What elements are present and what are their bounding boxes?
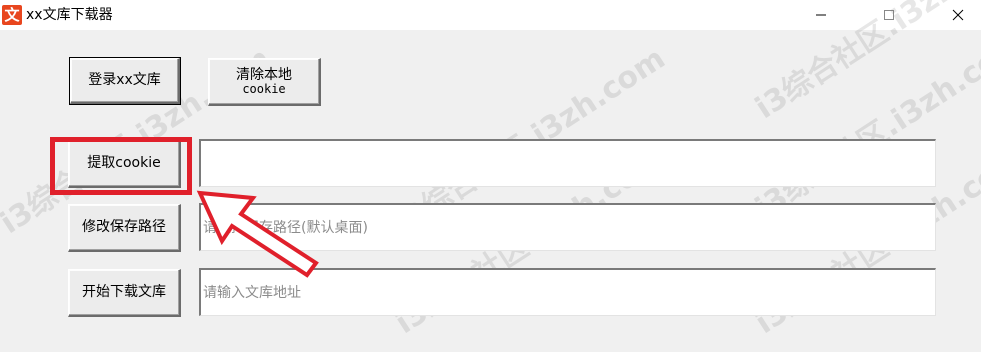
login-button-label: 登录xx文库 bbox=[88, 72, 161, 88]
title-bar[interactable]: 文 xx文库下载器 bbox=[0, 0, 981, 30]
change-save-path-label: 修改保存路径 bbox=[82, 219, 166, 235]
clear-cookie-label-line1: 清除本地 bbox=[236, 66, 292, 83]
maximize-button[interactable] bbox=[866, 0, 912, 30]
clear-cookie-label-line2: cookie bbox=[242, 81, 286, 96]
maximize-icon bbox=[884, 10, 894, 20]
clear-cookie-button[interactable]: 清除本地 cookie bbox=[208, 58, 321, 106]
window-title: xx文库下载器 bbox=[26, 7, 113, 23]
cookie-input[interactable] bbox=[201, 141, 935, 186]
close-button[interactable] bbox=[935, 0, 981, 30]
minimize-icon bbox=[816, 14, 826, 16]
save-path-field[interactable] bbox=[199, 203, 936, 251]
highlight-box bbox=[50, 137, 192, 195]
url-input[interactable] bbox=[201, 270, 935, 315]
save-path-input[interactable] bbox=[201, 205, 935, 250]
url-field[interactable] bbox=[199, 268, 936, 316]
watermark: i3综合社区.i3zh.com bbox=[749, 25, 981, 227]
app-icon: 文 bbox=[2, 5, 22, 25]
minimize-button[interactable] bbox=[798, 0, 844, 30]
start-download-button[interactable]: 开始下载文库 bbox=[68, 269, 181, 317]
close-icon bbox=[952, 9, 964, 21]
start-download-label: 开始下载文库 bbox=[82, 284, 166, 300]
login-button[interactable]: 登录xx文库 bbox=[70, 58, 180, 104]
change-save-path-button[interactable]: 修改保存路径 bbox=[68, 204, 181, 252]
cookie-field[interactable] bbox=[199, 139, 936, 187]
